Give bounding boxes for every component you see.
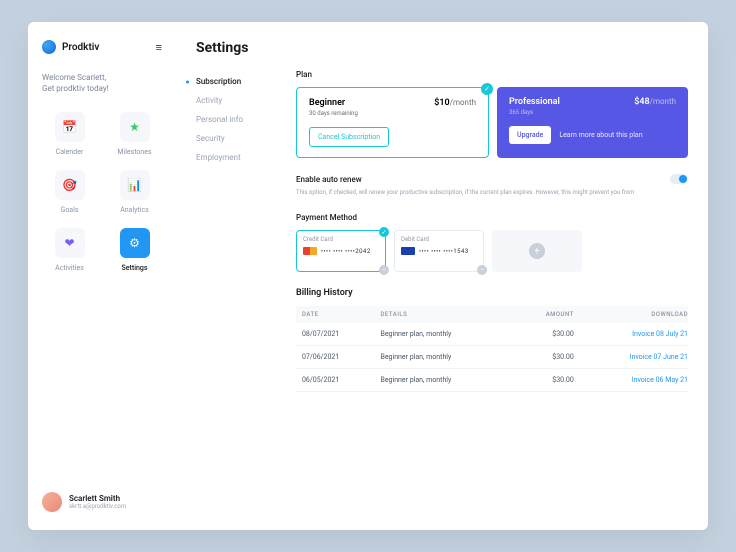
cell-amount: $30.00 xyxy=(519,369,574,392)
col-details: DETAILS xyxy=(380,306,518,323)
avatar xyxy=(42,492,62,512)
remove-card-icon[interactable]: − xyxy=(379,265,389,275)
nav-grid: 📅Calender ★Milestones 🎯Goals 📊Analytics … xyxy=(42,112,162,272)
billing-table: DATE DETAILS AMOUNT DOWNLOAD 08/07/2021B… xyxy=(296,306,688,392)
plus-icon: + xyxy=(529,243,545,259)
main-panel: Plan ✓ Beginner 30 days remaining $10/mo… xyxy=(296,40,688,512)
auto-renew-desc: This option, if checked, will renew your… xyxy=(296,188,688,197)
table-row: 06/05/2021Beginner plan, monthly$30.00In… xyxy=(296,369,688,392)
remove-card-icon[interactable]: − xyxy=(477,265,487,275)
heart-icon: ❤ xyxy=(55,228,85,258)
nav-goals[interactable]: 🎯 Goals xyxy=(42,170,97,214)
table-row: 08/07/2021Beginner plan, monthly$30.00In… xyxy=(296,323,688,346)
auto-renew-section: Enable auto renew This option, if checke… xyxy=(296,174,688,197)
download-link[interactable]: Invoice 06 May 21 xyxy=(574,369,688,392)
learn-more-link[interactable]: Learn more about this plan xyxy=(559,131,642,139)
cancel-subscription-button[interactable]: Cancel Subscription xyxy=(309,127,389,147)
auto-renew-label: Enable auto renew xyxy=(296,175,362,184)
settings-subnav: Subscription Activity Personal info Secu… xyxy=(196,72,276,167)
left-column: Settings Subscription Activity Personal … xyxy=(196,40,276,512)
plan-professional: Professional 365 days $48/month Upgrade … xyxy=(497,87,688,158)
payment-card-credit[interactable]: ✓ Credit Card •••• •••• ••••2042 − xyxy=(296,230,386,272)
plan-name: Beginner xyxy=(309,98,358,108)
content: Settings Subscription Activity Personal … xyxy=(176,22,708,530)
star-icon: ★ xyxy=(120,112,150,142)
card-type: Debit Card xyxy=(401,236,477,243)
cell-date: 07/06/2021 xyxy=(296,346,380,369)
user-card[interactable]: Scarlett Smith skrtt.a@prodktiv.com xyxy=(42,492,162,512)
billing-section: Billing History DATE DETAILS AMOUNT DOWN… xyxy=(296,288,688,392)
nav-calendar[interactable]: 📅 Calender xyxy=(42,112,97,156)
plan-price: $10/month xyxy=(434,98,476,108)
nav-label: Analytics xyxy=(120,206,149,214)
nav-milestones[interactable]: ★ Milestones xyxy=(107,112,162,156)
gear-icon: ⚙ xyxy=(120,228,150,258)
brand-logo-icon xyxy=(42,40,56,54)
cell-details: Beginner plan, monthly xyxy=(380,369,518,392)
plan-section-label: Plan xyxy=(296,70,688,79)
chart-icon: 📊 xyxy=(120,170,150,200)
cell-amount: $30.00 xyxy=(519,323,574,346)
sidebar: Prodktiv ≡ Welcome Scarlett, Get prodkti… xyxy=(28,22,176,530)
user-name: Scarlett Smith xyxy=(69,494,126,503)
welcome-line2: Get prodktiv today! xyxy=(42,83,162,94)
table-row: 07/06/2021Beginner plan, monthly$30.00In… xyxy=(296,346,688,369)
nav-label: Milestones xyxy=(117,148,151,156)
cell-date: 06/05/2021 xyxy=(296,369,380,392)
plan-price: $48/month xyxy=(634,97,676,107)
subnav-subscription[interactable]: Subscription xyxy=(196,72,276,91)
plan-current: ✓ Beginner 30 days remaining $10/month C… xyxy=(296,87,489,158)
subnav-security[interactable]: Security xyxy=(196,129,276,148)
brand-name: Prodktiv xyxy=(62,42,99,53)
nav-label: Settings xyxy=(122,264,148,272)
card-number: •••• •••• ••••2042 xyxy=(321,248,371,255)
download-link[interactable]: Invoice 08 July 21 xyxy=(574,323,688,346)
nav-settings[interactable]: ⚙ Settings xyxy=(107,228,162,272)
plan-name: Professional xyxy=(509,97,560,107)
cell-details: Beginner plan, monthly xyxy=(380,323,518,346)
app-window: Prodktiv ≡ Welcome Scarlett, Get prodkti… xyxy=(28,22,708,530)
brand: Prodktiv ≡ xyxy=(42,40,162,54)
add-payment-button[interactable]: + xyxy=(492,230,582,272)
card-type: Credit Card xyxy=(303,236,379,243)
calendar-icon: 📅 xyxy=(55,112,85,142)
visa-icon xyxy=(401,247,415,255)
check-icon: ✓ xyxy=(379,227,389,237)
cell-amount: $30.00 xyxy=(519,346,574,369)
nav-label: Goals xyxy=(61,206,79,214)
pm-section-label: Payment Method xyxy=(296,213,688,222)
mastercard-icon xyxy=(303,247,317,255)
check-icon: ✓ xyxy=(481,83,493,95)
menu-toggle-icon[interactable]: ≡ xyxy=(156,41,162,54)
payment-methods: ✓ Credit Card •••• •••• ••••2042 − Debit… xyxy=(296,230,688,272)
user-meta: Scarlett Smith skrtt.a@prodktiv.com xyxy=(69,494,126,510)
subnav-employment[interactable]: Employment xyxy=(196,148,276,167)
upgrade-button[interactable]: Upgrade xyxy=(509,126,551,144)
cell-details: Beginner plan, monthly xyxy=(380,346,518,369)
download-link[interactable]: Invoice 07 June 21 xyxy=(574,346,688,369)
nav-label: Calender xyxy=(56,148,84,156)
nav-analytics[interactable]: 📊 Analytics xyxy=(107,170,162,214)
nav-label: Activities xyxy=(55,264,84,272)
billing-title: Billing History xyxy=(296,288,688,298)
user-email: skrtt.a@prodktiv.com xyxy=(69,503,126,510)
welcome-text: Welcome Scarlett, Get prodktiv today! xyxy=(42,72,162,94)
plan-sub: 30 days remaining xyxy=(309,110,358,117)
col-amount: AMOUNT xyxy=(519,306,574,323)
card-number: •••• •••• ••••1543 xyxy=(419,248,469,255)
nav-activities[interactable]: ❤ Activities xyxy=(42,228,97,272)
auto-renew-toggle[interactable] xyxy=(670,174,688,184)
col-download: DOWNLOAD xyxy=(574,306,688,323)
cell-date: 08/07/2021 xyxy=(296,323,380,346)
payment-card-debit[interactable]: Debit Card •••• •••• ••••1543 − xyxy=(394,230,484,272)
subnav-activity[interactable]: Activity xyxy=(196,91,276,110)
plan-sub: 365 days xyxy=(509,109,560,116)
welcome-line1: Welcome Scarlett, xyxy=(42,72,162,83)
subnav-personal[interactable]: Personal info xyxy=(196,110,276,129)
col-date: DATE xyxy=(296,306,380,323)
plans: ✓ Beginner 30 days remaining $10/month C… xyxy=(296,87,688,158)
target-icon: 🎯 xyxy=(55,170,85,200)
page-title: Settings xyxy=(196,40,276,56)
